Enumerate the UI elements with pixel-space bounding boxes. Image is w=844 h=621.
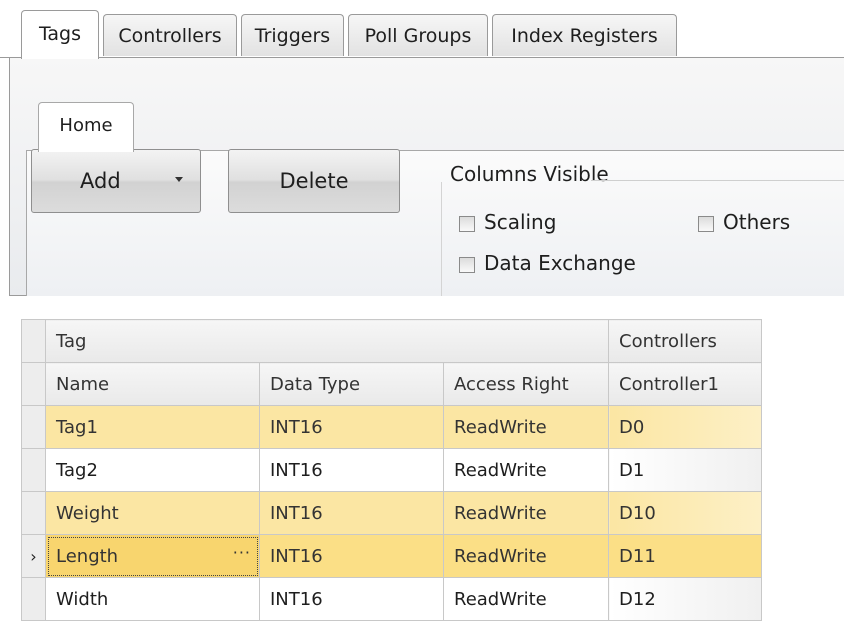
row-indicator [21,319,46,363]
tags-grid: Tag Controllers Name Data Type Access Ri… [21,319,762,621]
data-exchange-checkbox[interactable] [459,257,475,273]
data-type-cell[interactable]: INT16 [259,448,444,492]
tab-poll-groups[interactable]: Poll Groups [348,14,488,56]
row-indicator[interactable] [21,577,46,621]
ellipsis-button-icon[interactable]: ··· [233,543,251,562]
access-right-cell[interactable]: ReadWrite [443,491,609,535]
row-indicator[interactable] [21,448,46,492]
column-header-access-right[interactable]: Access Right [443,362,609,406]
address-cell[interactable]: D11 [608,534,762,578]
ribbon-panel: Home Add Delete Columns Visible Scaling … [9,58,844,296]
address-cell[interactable]: D1 [608,448,762,492]
group-divider [441,182,442,296]
column-header-name[interactable]: Name [45,362,260,406]
tab-index-registers[interactable]: Index Registers [492,14,677,56]
delete-button[interactable]: Delete [228,149,400,213]
address-cell[interactable]: D10 [608,491,762,535]
add-button[interactable]: Add [31,149,201,213]
column-header-row: Name Data Type Access Right Controller1 [21,362,762,406]
access-right-cell[interactable]: ReadWrite [443,448,609,492]
scaling-label: Scaling [484,210,557,234]
tab-controllers[interactable]: Controllers [103,14,237,56]
name-cell[interactable]: Tag1 [45,405,260,449]
top-tab-bar: Tags Controllers Triggers Poll Groups In… [0,0,844,59]
name-cell-value[interactable]: Length [56,546,118,567]
add-button-label: Add [80,169,121,193]
scaling-checkbox[interactable] [459,216,475,232]
data-type-cell[interactable]: INT16 [259,534,444,578]
access-right-cell[interactable]: ReadWrite [443,405,609,449]
table-row[interactable]: Tag2 INT16 ReadWrite D1 [21,448,762,492]
table-row-current[interactable]: › Length ··· INT16 ReadWrite D11 [21,534,762,578]
group-divider [591,180,844,181]
ribbon-tab-home[interactable]: Home [38,102,134,152]
column-header-data-type[interactable]: Data Type [259,362,444,406]
others-label: Others [723,210,791,234]
band-controllers-header[interactable]: Controllers [608,319,762,363]
name-cell[interactable]: Width [45,577,260,621]
data-exchange-label: Data Exchange [484,251,636,275]
others-checkbox[interactable] [698,216,714,232]
tab-triggers[interactable]: Triggers [241,14,344,56]
address-cell[interactable]: D12 [608,577,762,621]
name-cell[interactable]: Weight [45,491,260,535]
row-indicator[interactable] [21,405,46,449]
access-right-cell[interactable]: ReadWrite [443,534,609,578]
data-type-cell[interactable]: INT16 [259,491,444,535]
band-header-row: Tag Controllers [21,319,762,363]
band-tag-header[interactable]: Tag [45,319,609,363]
name-cell-editing[interactable]: Length ··· [45,534,260,578]
columns-visible-title: Columns Visible [450,162,609,186]
name-cell[interactable]: Tag2 [45,448,260,492]
table-row[interactable]: Width INT16 ReadWrite D12 [21,577,762,621]
chevron-down-icon[interactable] [175,177,183,182]
row-indicator[interactable] [21,491,46,535]
address-cell[interactable]: D0 [608,405,762,449]
data-type-cell[interactable]: INT16 [259,405,444,449]
tab-tags[interactable]: Tags [21,10,99,59]
table-row[interactable]: Tag1 INT16 ReadWrite D0 [21,405,762,449]
access-right-cell[interactable]: ReadWrite [443,577,609,621]
table-row[interactable]: Weight INT16 ReadWrite D10 [21,491,762,535]
current-row-arrow-icon[interactable]: › [21,534,46,578]
row-indicator [21,362,46,406]
data-type-cell[interactable]: INT16 [259,577,444,621]
column-header-controller1[interactable]: Controller1 [608,362,762,406]
